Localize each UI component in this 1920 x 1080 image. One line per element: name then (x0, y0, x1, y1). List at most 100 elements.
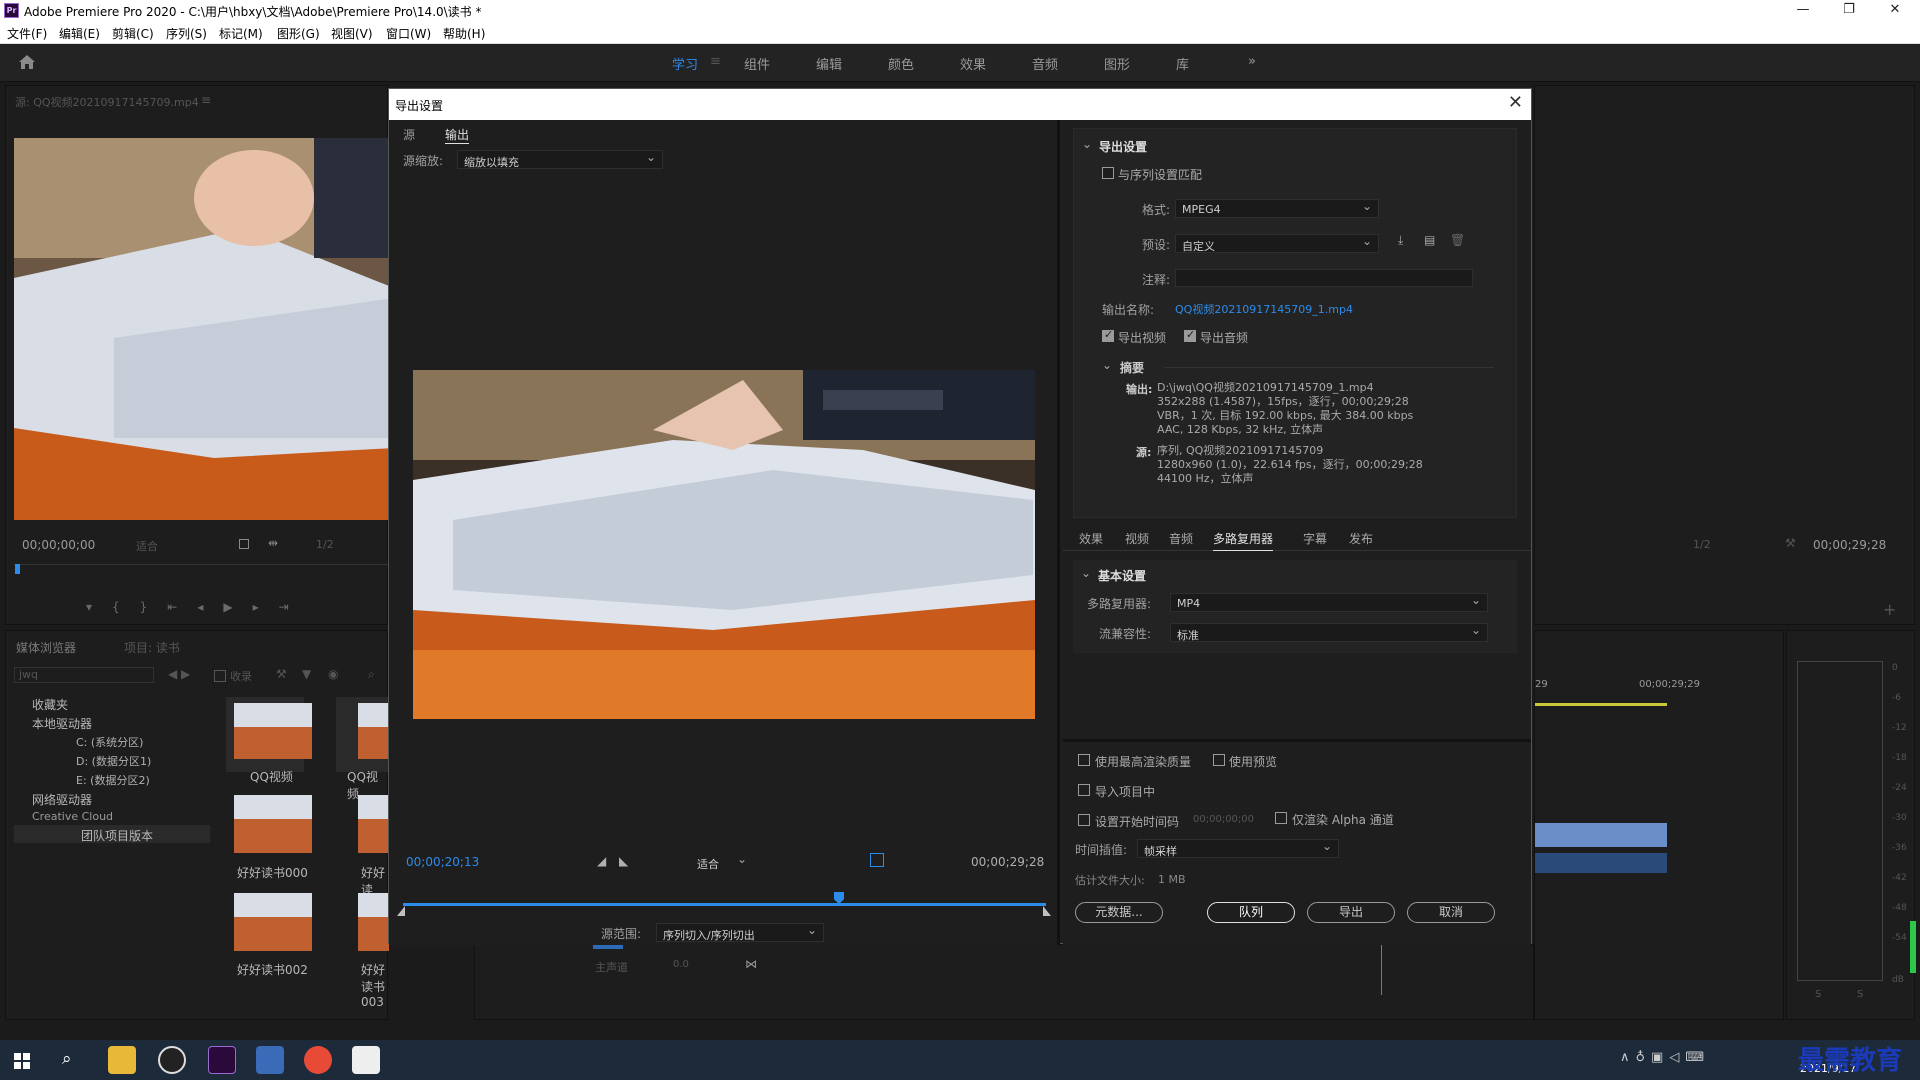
mark-in-icon[interactable]: ◢ (597, 854, 606, 868)
delete-preset-icon[interactable]: 🗑 (1450, 233, 1465, 247)
premiere-taskbar-icon[interactable] (208, 1046, 236, 1074)
tree-network-drives[interactable]: 网络驱动器 (32, 791, 92, 808)
preset-dropdown[interactable]: 自定义 (1175, 234, 1379, 253)
tab-media-browser[interactable]: 媒体浏览器 (16, 639, 76, 656)
mark-out-icon[interactable]: ◣ (619, 854, 628, 868)
tree-team-projects[interactable]: 团队项目版本 (81, 827, 153, 844)
metadata-button[interactable]: 元数据... (1075, 902, 1163, 923)
menu-view[interactable]: 视图(V) (331, 25, 373, 42)
range-out-handle[interactable] (1043, 906, 1051, 916)
program-ratio-dropdown[interactable]: 1/2 (1693, 538, 1711, 551)
audio-clip[interactable] (1535, 853, 1667, 873)
preview-scrubber[interactable] (403, 903, 1046, 906)
import-preset-icon[interactable]: ▤ (1424, 233, 1435, 247)
menu-clip[interactable]: 剪辑(C) (112, 25, 154, 42)
menu-graphics[interactable]: 图形(G) (277, 25, 320, 42)
tree-creative-cloud[interactable]: Creative Cloud (32, 810, 113, 823)
back-arrow-icon[interactable]: ◀ ▶ (168, 667, 190, 681)
menu-help[interactable]: 帮助(H) (443, 25, 485, 42)
source-transport-controls[interactable]: ▾{}⇤◂▶▸⇥ (86, 600, 309, 614)
menu-edit[interactable]: 编辑(E) (59, 25, 100, 42)
tree-drive-c[interactable]: C: (系统分区) (76, 734, 143, 750)
save-preset-icon[interactable]: ⤓ (1398, 233, 1403, 248)
comment-input[interactable] (1175, 269, 1473, 287)
stream-compat-dropdown[interactable]: 标准 (1170, 623, 1488, 642)
use-previews-checkbox[interactable] (1213, 754, 1225, 766)
source-scale-dropdown[interactable]: 缩放以填充 (457, 150, 663, 169)
multiplexer-dropdown[interactable]: MP4 (1170, 593, 1488, 612)
source-ratio-dropdown[interactable]: 1/2 (316, 538, 334, 551)
time-interpolation-dropdown[interactable]: 帧采样 (1137, 839, 1339, 858)
dialog-close-icon[interactable]: ✕ (1508, 92, 1523, 113)
start-timecode-value[interactable]: 00;00;00;00 (1193, 814, 1254, 825)
solo-left-button[interactable]: S (1815, 989, 1821, 1000)
tree-favorites[interactable]: 收藏夹 (32, 696, 68, 713)
file-explorer-icon[interactable] (108, 1046, 136, 1074)
workspace-menu-icon[interactable]: ≡ (710, 54, 721, 69)
tab-captions[interactable]: 字幕 (1303, 530, 1327, 547)
tab-output[interactable]: 输出 (445, 126, 470, 144)
tab-video[interactable]: 视频 (1125, 530, 1149, 547)
output-name-link[interactable]: QQ视频20210917145709_1.mp4 (1175, 301, 1353, 317)
cancel-button[interactable]: 取消 (1407, 902, 1495, 923)
media-thumb-5-image[interactable] (234, 893, 312, 951)
workspace-tab-audio[interactable]: 音频 (1032, 54, 1058, 73)
menu-sequence[interactable]: 序列(S) (166, 25, 207, 42)
maximize-button[interactable]: ❐ (1826, 0, 1872, 22)
import-into-project-checkbox[interactable] (1078, 784, 1090, 796)
workspace-tab-graphics[interactable]: 图形 (1104, 54, 1130, 73)
preview-fit-dropdown[interactable]: 适合 (691, 852, 753, 872)
media-thumb-3-image[interactable] (234, 795, 312, 853)
filter-icon[interactable]: ▼ (302, 667, 311, 681)
source-ruler[interactable] (14, 564, 389, 565)
media-thumb-6-image[interactable] (358, 893, 389, 951)
menu-file[interactable]: 文件(F) (7, 25, 47, 42)
max-render-quality-checkbox[interactable] (1078, 754, 1090, 766)
workspace-tab-effects[interactable]: 效果 (960, 54, 986, 73)
export-button[interactable]: 导出 (1307, 902, 1395, 923)
basic-settings-chevron-icon[interactable]: ⌄ (1081, 566, 1091, 580)
export-audio-checkbox[interactable] (1184, 328, 1196, 342)
view-icon[interactable]: ◉ (328, 667, 338, 681)
taskbar-search-icon[interactable]: ⌕ (62, 1049, 72, 1069)
export-settings-chevron-icon[interactable]: ⌄ (1082, 137, 1092, 151)
workspace-tab-libraries[interactable]: 库 (1176, 54, 1189, 73)
close-window-button[interactable]: ✕ (1872, 0, 1918, 22)
tab-multiplexer[interactable]: 多路复用器 (1213, 530, 1274, 551)
export-video-checkbox[interactable] (1102, 328, 1114, 342)
minimize-button[interactable]: — (1780, 0, 1826, 22)
workspace-tab-learn[interactable]: 学习 (672, 54, 698, 73)
chrome-icon[interactable] (304, 1046, 332, 1074)
search-icon[interactable]: ⌕ (368, 667, 375, 682)
range-in-handle[interactable] (397, 906, 405, 916)
source-fit-dropdown[interactable]: 适合 (136, 538, 158, 554)
workspace-tab-editing[interactable]: 编辑 (816, 54, 842, 73)
video-clip[interactable] (1535, 823, 1667, 847)
source-timecode[interactable]: 00;00;00;00 (22, 538, 95, 552)
tab-audio[interactable]: 音频 (1169, 530, 1193, 547)
settings-icon[interactable] (239, 539, 249, 549)
windows-start-icon[interactable] (14, 1053, 30, 1069)
match-sequence-checkbox[interactable] (1102, 167, 1114, 179)
solo-right-button[interactable]: S (1857, 989, 1863, 1000)
tree-drive-d[interactable]: D: (数据分区1) (76, 753, 151, 769)
media-encoder-icon[interactable] (256, 1046, 284, 1074)
source-range-dropdown[interactable]: 序列切入/序列切出 (656, 923, 824, 942)
tab-project[interactable]: 项目: 读书 (124, 639, 180, 656)
system-tray-icons[interactable]: ∧♁▣◁⌨ (1620, 1050, 1770, 1070)
media-thumb-4-image[interactable] (358, 795, 389, 853)
program-timecode[interactable]: 00;00;29;28 (1813, 538, 1886, 552)
render-alpha-only-checkbox[interactable] (1275, 812, 1287, 824)
queue-button[interactable]: 队列 (1207, 902, 1295, 923)
media-search-input[interactable]: jwq (14, 667, 154, 683)
workspace-tab-assembly[interactable]: 组件 (744, 54, 770, 73)
menu-marker[interactable]: 标记(M) (219, 25, 263, 42)
aspect-correction-icon[interactable] (870, 853, 884, 867)
tree-local-drives[interactable]: 本地驱动器 (32, 715, 92, 732)
set-start-timecode-checkbox[interactable] (1078, 814, 1090, 826)
home-icon[interactable] (18, 54, 36, 70)
more-workspaces-icon[interactable]: » (1248, 54, 1256, 69)
master-end-icon[interactable]: ⋈ (745, 957, 757, 971)
qq-icon[interactable] (158, 1046, 186, 1074)
tree-drive-e[interactable]: E: (数据分区2) (76, 772, 150, 788)
